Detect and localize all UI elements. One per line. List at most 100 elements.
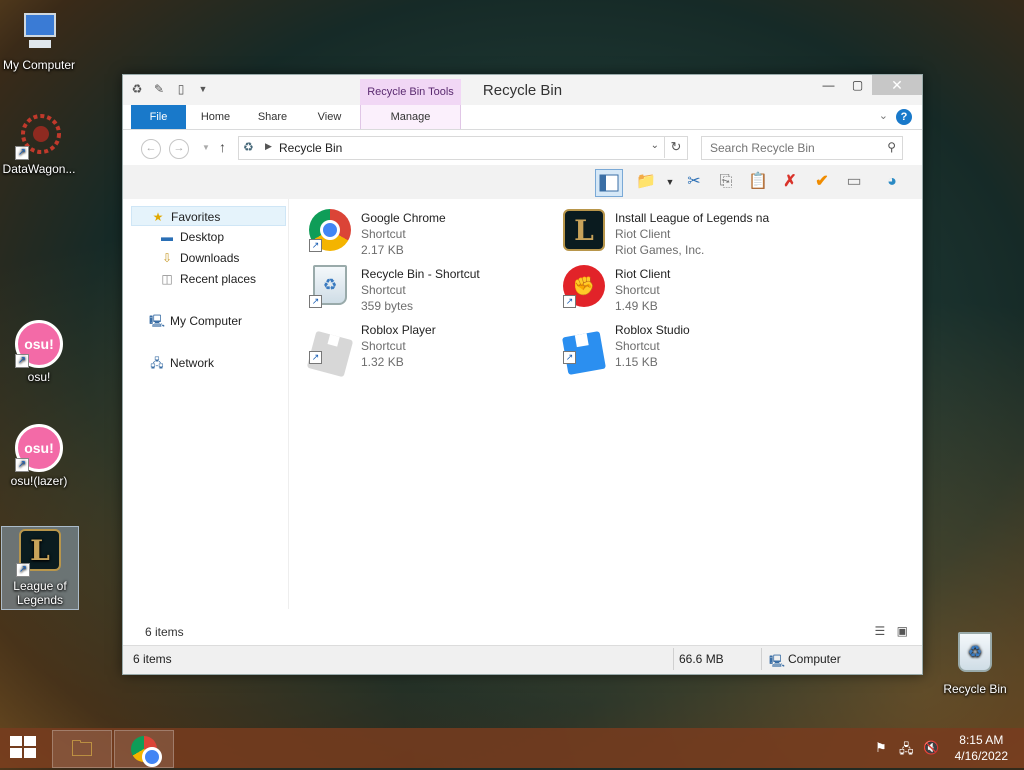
chevron-down-icon[interactable]: ⌄: [651, 140, 659, 151]
item-size: 1.49 KB: [615, 299, 658, 313]
large-icons-view-icon[interactable]: ▣: [897, 624, 908, 638]
chevron-right-icon[interactable]: ▶: [265, 141, 272, 152]
window-controls: — ▢ ✕: [814, 75, 922, 95]
view-toggle: ☰ ▣: [875, 624, 908, 638]
datawagon-icon: ↗: [15, 112, 63, 160]
search-icon[interactable]: ⚲: [887, 140, 896, 154]
status-divider: [673, 648, 674, 670]
clock-date: 4/16/2022: [954, 749, 1008, 763]
item-size: 2.17 KB: [361, 243, 404, 257]
network-icon[interactable]: 🖧: [899, 740, 914, 762]
shortcut-arrow-icon: ↗: [309, 239, 322, 252]
back-button[interactable]: ←: [141, 139, 161, 159]
list-item[interactable]: ↗ Roblox Player Shortcut 1.32 KB: [293, 317, 543, 378]
tab-share[interactable]: Share: [250, 105, 295, 129]
desktop-icon-osu-lazer[interactable]: osu! ↗ osu!(lazer): [1, 424, 77, 488]
list-item[interactable]: ♻ ↗ Recycle Bin - Shortcut Shortcut 359 …: [293, 261, 543, 313]
address-field[interactable]: ♻ ▶ Recycle Bin ⌄: [238, 136, 688, 160]
star-icon: ★: [152, 210, 164, 224]
folder-options-icon[interactable]: 📁: [633, 169, 659, 195]
folder-icon: 🗀: [70, 736, 93, 761]
window-title: Recycle Bin: [482, 82, 563, 99]
list-item[interactable]: ✊ ↗ Riot Client Shortcut 1.49 KB: [547, 261, 797, 313]
item-type: Shortcut: [615, 339, 660, 353]
chevron-down-icon[interactable]: ▼: [657, 169, 683, 195]
chrome-icon: [131, 736, 162, 767]
cut-icon[interactable]: ✂: [681, 169, 707, 195]
maximize-button[interactable]: ▢: [843, 75, 872, 95]
taskbar-file-explorer[interactable]: 🗀: [52, 730, 112, 768]
close-button[interactable]: ✕: [872, 75, 922, 95]
recent-locations-button[interactable]: ▼: [197, 139, 215, 157]
chevron-down-icon[interactable]: ⌄: [879, 109, 888, 122]
checkmark-icon[interactable]: ✔: [809, 169, 835, 195]
nav-desktop[interactable]: ▬ Desktop: [159, 227, 224, 247]
breadcrumb[interactable]: Recycle Bin: [279, 141, 342, 155]
nav-network[interactable]: 🖧 Network: [149, 353, 214, 373]
network-icon: 🖧: [150, 356, 164, 370]
action-center-flag-icon[interactable]: ⚑: [875, 740, 887, 756]
taskbar: 🗀 ⚑ 🖧 🔇 8:15 AM 4/16/2022: [0, 728, 1024, 768]
details-view-icon[interactable]: ☰: [875, 624, 886, 638]
preview-pane-button[interactable]: [595, 169, 623, 197]
desktop-icon-label: My Computer: [2, 58, 76, 72]
item-count: 6 items: [145, 625, 184, 639]
minimize-button[interactable]: —: [814, 75, 843, 95]
item-size: 1.32 KB: [361, 355, 404, 369]
recycle-bin-icon: ♻: [951, 632, 999, 680]
desktop-icon-my-computer[interactable]: My Computer: [1, 8, 77, 72]
league-icon: L ↗: [16, 529, 64, 577]
paste-icon[interactable]: 📋: [745, 169, 771, 195]
tab-manage[interactable]: Manage: [360, 105, 461, 129]
shortcut-arrow-icon: ↗: [16, 563, 30, 577]
search-field[interactable]: ⚲: [701, 136, 903, 160]
copy-icon[interactable]: ⎘: [713, 169, 739, 195]
osu-lazer-icon: osu! ↗: [15, 424, 63, 472]
forward-button[interactable]: →: [169, 139, 189, 159]
taskbar-chrome[interactable]: [114, 730, 174, 768]
desktop-icon-label: League of Legends: [13, 579, 67, 607]
shell-icon[interactable]: ◕: [879, 169, 905, 195]
status-bar: 6 items 66.6 MB 🖳 Computer: [123, 645, 922, 674]
help-icon[interactable]: ?: [896, 109, 912, 125]
nav-downloads[interactable]: ⇩ Downloads: [159, 248, 239, 268]
clock-time: 8:15 AM: [959, 733, 1004, 747]
search-input[interactable]: [708, 140, 877, 156]
item-size: 1.15 KB: [615, 355, 658, 369]
desktop-icon-osu[interactable]: osu! ↗ osu!: [1, 320, 77, 384]
refresh-button[interactable]: ↻: [664, 136, 687, 158]
title-bar[interactable]: ♻ ✎ ▯ ▼ Recycle Bin Tools Recycle Bin — …: [123, 75, 922, 105]
computer-icon: 🖳: [149, 314, 166, 328]
tab-file[interactable]: File: [131, 105, 186, 129]
status-divider: [761, 648, 762, 670]
tab-view[interactable]: View: [307, 105, 352, 129]
nav-recent-places[interactable]: ◫ Recent places: [159, 269, 256, 289]
list-item[interactable]: ↗ Google Chrome Shortcut 2.17 KB: [293, 205, 543, 257]
item-type: Shortcut: [615, 283, 660, 297]
file-list: ↗ Google Chrome Shortcut 2.17 KB L Insta…: [293, 199, 913, 609]
explorer-window: ♻ ✎ ▯ ▼ Recycle Bin Tools Recycle Bin — …: [122, 74, 923, 675]
rename-icon[interactable]: ▭: [841, 169, 867, 195]
up-button[interactable]: ↑: [219, 139, 226, 155]
start-button[interactable]: [10, 736, 38, 760]
list-item[interactable]: ↗ Roblox Studio Shortcut 1.15 KB: [547, 317, 797, 376]
shortcut-arrow-icon: ↗: [15, 146, 29, 160]
desktop-icon-league-of-legends[interactable]: L ↗ League of Legends: [1, 526, 79, 610]
shortcut-arrow-icon: ↗: [563, 351, 576, 364]
item-name: Google Chrome: [361, 211, 446, 225]
desktop-icon-label: osu!(lazer): [10, 474, 68, 488]
desktop-icon-recycle-bin[interactable]: ♻ Recycle Bin: [937, 632, 1013, 696]
status-size: 66.6 MB: [679, 652, 724, 666]
nav-my-computer[interactable]: 🖳 My Computer: [149, 311, 242, 331]
delete-icon[interactable]: ✗: [777, 169, 803, 195]
tab-home[interactable]: Home: [193, 105, 238, 129]
volume-muted-icon[interactable]: 🔇: [923, 740, 939, 756]
nav-favorites[interactable]: ★ Favorites: [131, 206, 286, 226]
clock[interactable]: 8:15 AM 4/16/2022: [955, 732, 1008, 764]
list-item[interactable]: L Install League of Legends na Riot Clie…: [547, 205, 797, 257]
status-location: Computer: [788, 652, 841, 666]
item-name: Recycle Bin - Shortcut: [361, 267, 480, 281]
desktop-icon-label: Recycle Bin: [943, 682, 1007, 696]
shortcut-arrow-icon: ↗: [309, 295, 322, 308]
desktop-icon-datawagon[interactable]: ↗ DataWagon...: [1, 112, 77, 176]
